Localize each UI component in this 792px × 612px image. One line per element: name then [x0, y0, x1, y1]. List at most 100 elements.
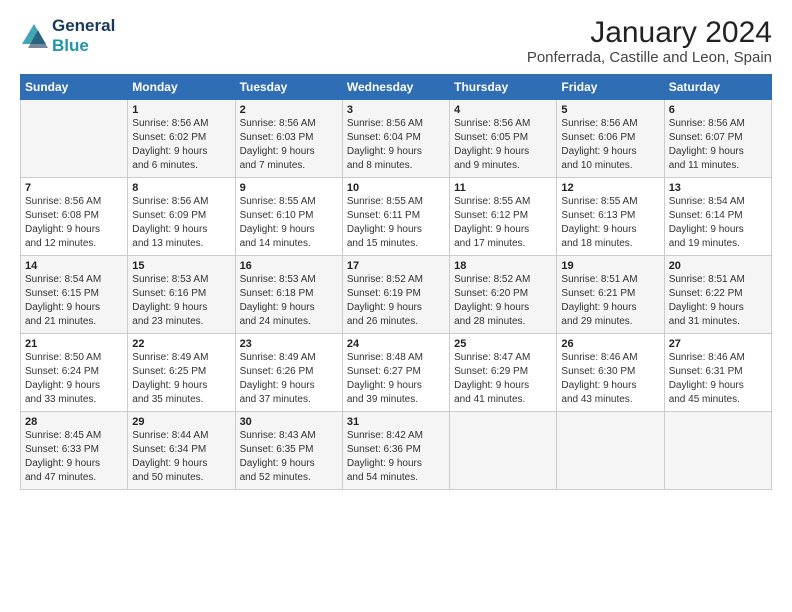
day-number: 12 [561, 182, 659, 194]
weekday-header-sunday: Sunday [21, 75, 128, 100]
weekday-header-friday: Friday [557, 75, 664, 100]
cell-content: Sunrise: 8:56 AM Sunset: 6:02 PM Dayligh… [132, 117, 230, 173]
calendar-week-row: 14Sunrise: 8:54 AM Sunset: 6:15 PM Dayli… [21, 256, 772, 334]
day-number: 28 [25, 416, 123, 428]
calendar-cell: 30Sunrise: 8:43 AM Sunset: 6:35 PM Dayli… [235, 412, 342, 490]
day-number: 2 [240, 104, 338, 116]
calendar-cell: 2Sunrise: 8:56 AM Sunset: 6:03 PM Daylig… [235, 100, 342, 178]
cell-content: Sunrise: 8:55 AM Sunset: 6:10 PM Dayligh… [240, 195, 338, 251]
weekday-header-tuesday: Tuesday [235, 75, 342, 100]
calendar-cell: 9Sunrise: 8:55 AM Sunset: 6:10 PM Daylig… [235, 178, 342, 256]
calendar-cell [450, 412, 557, 490]
calendar-cell: 26Sunrise: 8:46 AM Sunset: 6:30 PM Dayli… [557, 334, 664, 412]
calendar-week-row: 21Sunrise: 8:50 AM Sunset: 6:24 PM Dayli… [21, 334, 772, 412]
page-title: January 2024 [527, 16, 772, 49]
day-number: 29 [132, 416, 230, 428]
day-number: 13 [669, 182, 767, 194]
day-number: 1 [132, 104, 230, 116]
calendar-cell [664, 412, 771, 490]
day-number: 30 [240, 416, 338, 428]
calendar-cell: 28Sunrise: 8:45 AM Sunset: 6:33 PM Dayli… [21, 412, 128, 490]
logo-text: General Blue [52, 16, 115, 55]
cell-content: Sunrise: 8:55 AM Sunset: 6:13 PM Dayligh… [561, 195, 659, 251]
calendar-cell: 15Sunrise: 8:53 AM Sunset: 6:16 PM Dayli… [128, 256, 235, 334]
cell-content: Sunrise: 8:54 AM Sunset: 6:14 PM Dayligh… [669, 195, 767, 251]
cell-content: Sunrise: 8:56 AM Sunset: 6:07 PM Dayligh… [669, 117, 767, 173]
page: General Blue January 2024 Ponferrada, Ca… [0, 0, 792, 500]
calendar-cell: 22Sunrise: 8:49 AM Sunset: 6:25 PM Dayli… [128, 334, 235, 412]
cell-content: Sunrise: 8:54 AM Sunset: 6:15 PM Dayligh… [25, 273, 123, 329]
cell-content: Sunrise: 8:56 AM Sunset: 6:05 PM Dayligh… [454, 117, 552, 173]
calendar-cell: 21Sunrise: 8:50 AM Sunset: 6:24 PM Dayli… [21, 334, 128, 412]
cell-content: Sunrise: 8:45 AM Sunset: 6:33 PM Dayligh… [25, 429, 123, 485]
weekday-header-monday: Monday [128, 75, 235, 100]
cell-content: Sunrise: 8:55 AM Sunset: 6:11 PM Dayligh… [347, 195, 445, 251]
calendar-cell: 19Sunrise: 8:51 AM Sunset: 6:21 PM Dayli… [557, 256, 664, 334]
cell-content: Sunrise: 8:43 AM Sunset: 6:35 PM Dayligh… [240, 429, 338, 485]
cell-content: Sunrise: 8:51 AM Sunset: 6:21 PM Dayligh… [561, 273, 659, 329]
day-number: 26 [561, 338, 659, 350]
day-number: 17 [347, 260, 445, 272]
day-number: 24 [347, 338, 445, 350]
day-number: 3 [347, 104, 445, 116]
calendar-cell: 25Sunrise: 8:47 AM Sunset: 6:29 PM Dayli… [450, 334, 557, 412]
cell-content: Sunrise: 8:47 AM Sunset: 6:29 PM Dayligh… [454, 351, 552, 407]
calendar-cell: 23Sunrise: 8:49 AM Sunset: 6:26 PM Dayli… [235, 334, 342, 412]
calendar-cell: 27Sunrise: 8:46 AM Sunset: 6:31 PM Dayli… [664, 334, 771, 412]
calendar-cell: 20Sunrise: 8:51 AM Sunset: 6:22 PM Dayli… [664, 256, 771, 334]
day-number: 21 [25, 338, 123, 350]
cell-content: Sunrise: 8:52 AM Sunset: 6:20 PM Dayligh… [454, 273, 552, 329]
cell-content: Sunrise: 8:56 AM Sunset: 6:03 PM Dayligh… [240, 117, 338, 173]
logo: General Blue [20, 16, 115, 55]
header: General Blue January 2024 Ponferrada, Ca… [20, 16, 772, 66]
calendar-cell: 6Sunrise: 8:56 AM Sunset: 6:07 PM Daylig… [664, 100, 771, 178]
cell-content: Sunrise: 8:56 AM Sunset: 6:06 PM Dayligh… [561, 117, 659, 173]
cell-content: Sunrise: 8:44 AM Sunset: 6:34 PM Dayligh… [132, 429, 230, 485]
cell-content: Sunrise: 8:53 AM Sunset: 6:18 PM Dayligh… [240, 273, 338, 329]
day-number: 18 [454, 260, 552, 272]
day-number: 23 [240, 338, 338, 350]
logo-icon [20, 22, 48, 50]
day-number: 14 [25, 260, 123, 272]
day-number: 25 [454, 338, 552, 350]
cell-content: Sunrise: 8:46 AM Sunset: 6:30 PM Dayligh… [561, 351, 659, 407]
cell-content: Sunrise: 8:49 AM Sunset: 6:26 PM Dayligh… [240, 351, 338, 407]
calendar-cell: 17Sunrise: 8:52 AM Sunset: 6:19 PM Dayli… [342, 256, 449, 334]
calendar-cell: 7Sunrise: 8:56 AM Sunset: 6:08 PM Daylig… [21, 178, 128, 256]
day-number: 7 [25, 182, 123, 194]
day-number: 20 [669, 260, 767, 272]
calendar-cell: 29Sunrise: 8:44 AM Sunset: 6:34 PM Dayli… [128, 412, 235, 490]
calendar-cell: 24Sunrise: 8:48 AM Sunset: 6:27 PM Dayli… [342, 334, 449, 412]
calendar-cell: 3Sunrise: 8:56 AM Sunset: 6:04 PM Daylig… [342, 100, 449, 178]
calendar-cell: 18Sunrise: 8:52 AM Sunset: 6:20 PM Dayli… [450, 256, 557, 334]
day-number: 16 [240, 260, 338, 272]
calendar-cell: 13Sunrise: 8:54 AM Sunset: 6:14 PM Dayli… [664, 178, 771, 256]
cell-content: Sunrise: 8:56 AM Sunset: 6:04 PM Dayligh… [347, 117, 445, 173]
cell-content: Sunrise: 8:55 AM Sunset: 6:12 PM Dayligh… [454, 195, 552, 251]
calendar-cell [557, 412, 664, 490]
calendar-cell: 10Sunrise: 8:55 AM Sunset: 6:11 PM Dayli… [342, 178, 449, 256]
title-block: January 2024 Ponferrada, Castille and Le… [527, 16, 772, 66]
calendar-cell: 5Sunrise: 8:56 AM Sunset: 6:06 PM Daylig… [557, 100, 664, 178]
day-number: 9 [240, 182, 338, 194]
weekday-header-thursday: Thursday [450, 75, 557, 100]
cell-content: Sunrise: 8:49 AM Sunset: 6:25 PM Dayligh… [132, 351, 230, 407]
day-number: 8 [132, 182, 230, 194]
calendar-cell: 4Sunrise: 8:56 AM Sunset: 6:05 PM Daylig… [450, 100, 557, 178]
day-number: 19 [561, 260, 659, 272]
calendar-table: SundayMondayTuesdayWednesdayThursdayFrid… [20, 74, 772, 490]
calendar-cell: 16Sunrise: 8:53 AM Sunset: 6:18 PM Dayli… [235, 256, 342, 334]
day-number: 27 [669, 338, 767, 350]
weekday-header-wednesday: Wednesday [342, 75, 449, 100]
day-number: 31 [347, 416, 445, 428]
cell-content: Sunrise: 8:56 AM Sunset: 6:08 PM Dayligh… [25, 195, 123, 251]
cell-content: Sunrise: 8:52 AM Sunset: 6:19 PM Dayligh… [347, 273, 445, 329]
cell-content: Sunrise: 8:53 AM Sunset: 6:16 PM Dayligh… [132, 273, 230, 329]
cell-content: Sunrise: 8:51 AM Sunset: 6:22 PM Dayligh… [669, 273, 767, 329]
calendar-cell: 31Sunrise: 8:42 AM Sunset: 6:36 PM Dayli… [342, 412, 449, 490]
weekday-header-saturday: Saturday [664, 75, 771, 100]
calendar-cell: 12Sunrise: 8:55 AM Sunset: 6:13 PM Dayli… [557, 178, 664, 256]
cell-content: Sunrise: 8:50 AM Sunset: 6:24 PM Dayligh… [25, 351, 123, 407]
cell-content: Sunrise: 8:56 AM Sunset: 6:09 PM Dayligh… [132, 195, 230, 251]
day-number: 22 [132, 338, 230, 350]
